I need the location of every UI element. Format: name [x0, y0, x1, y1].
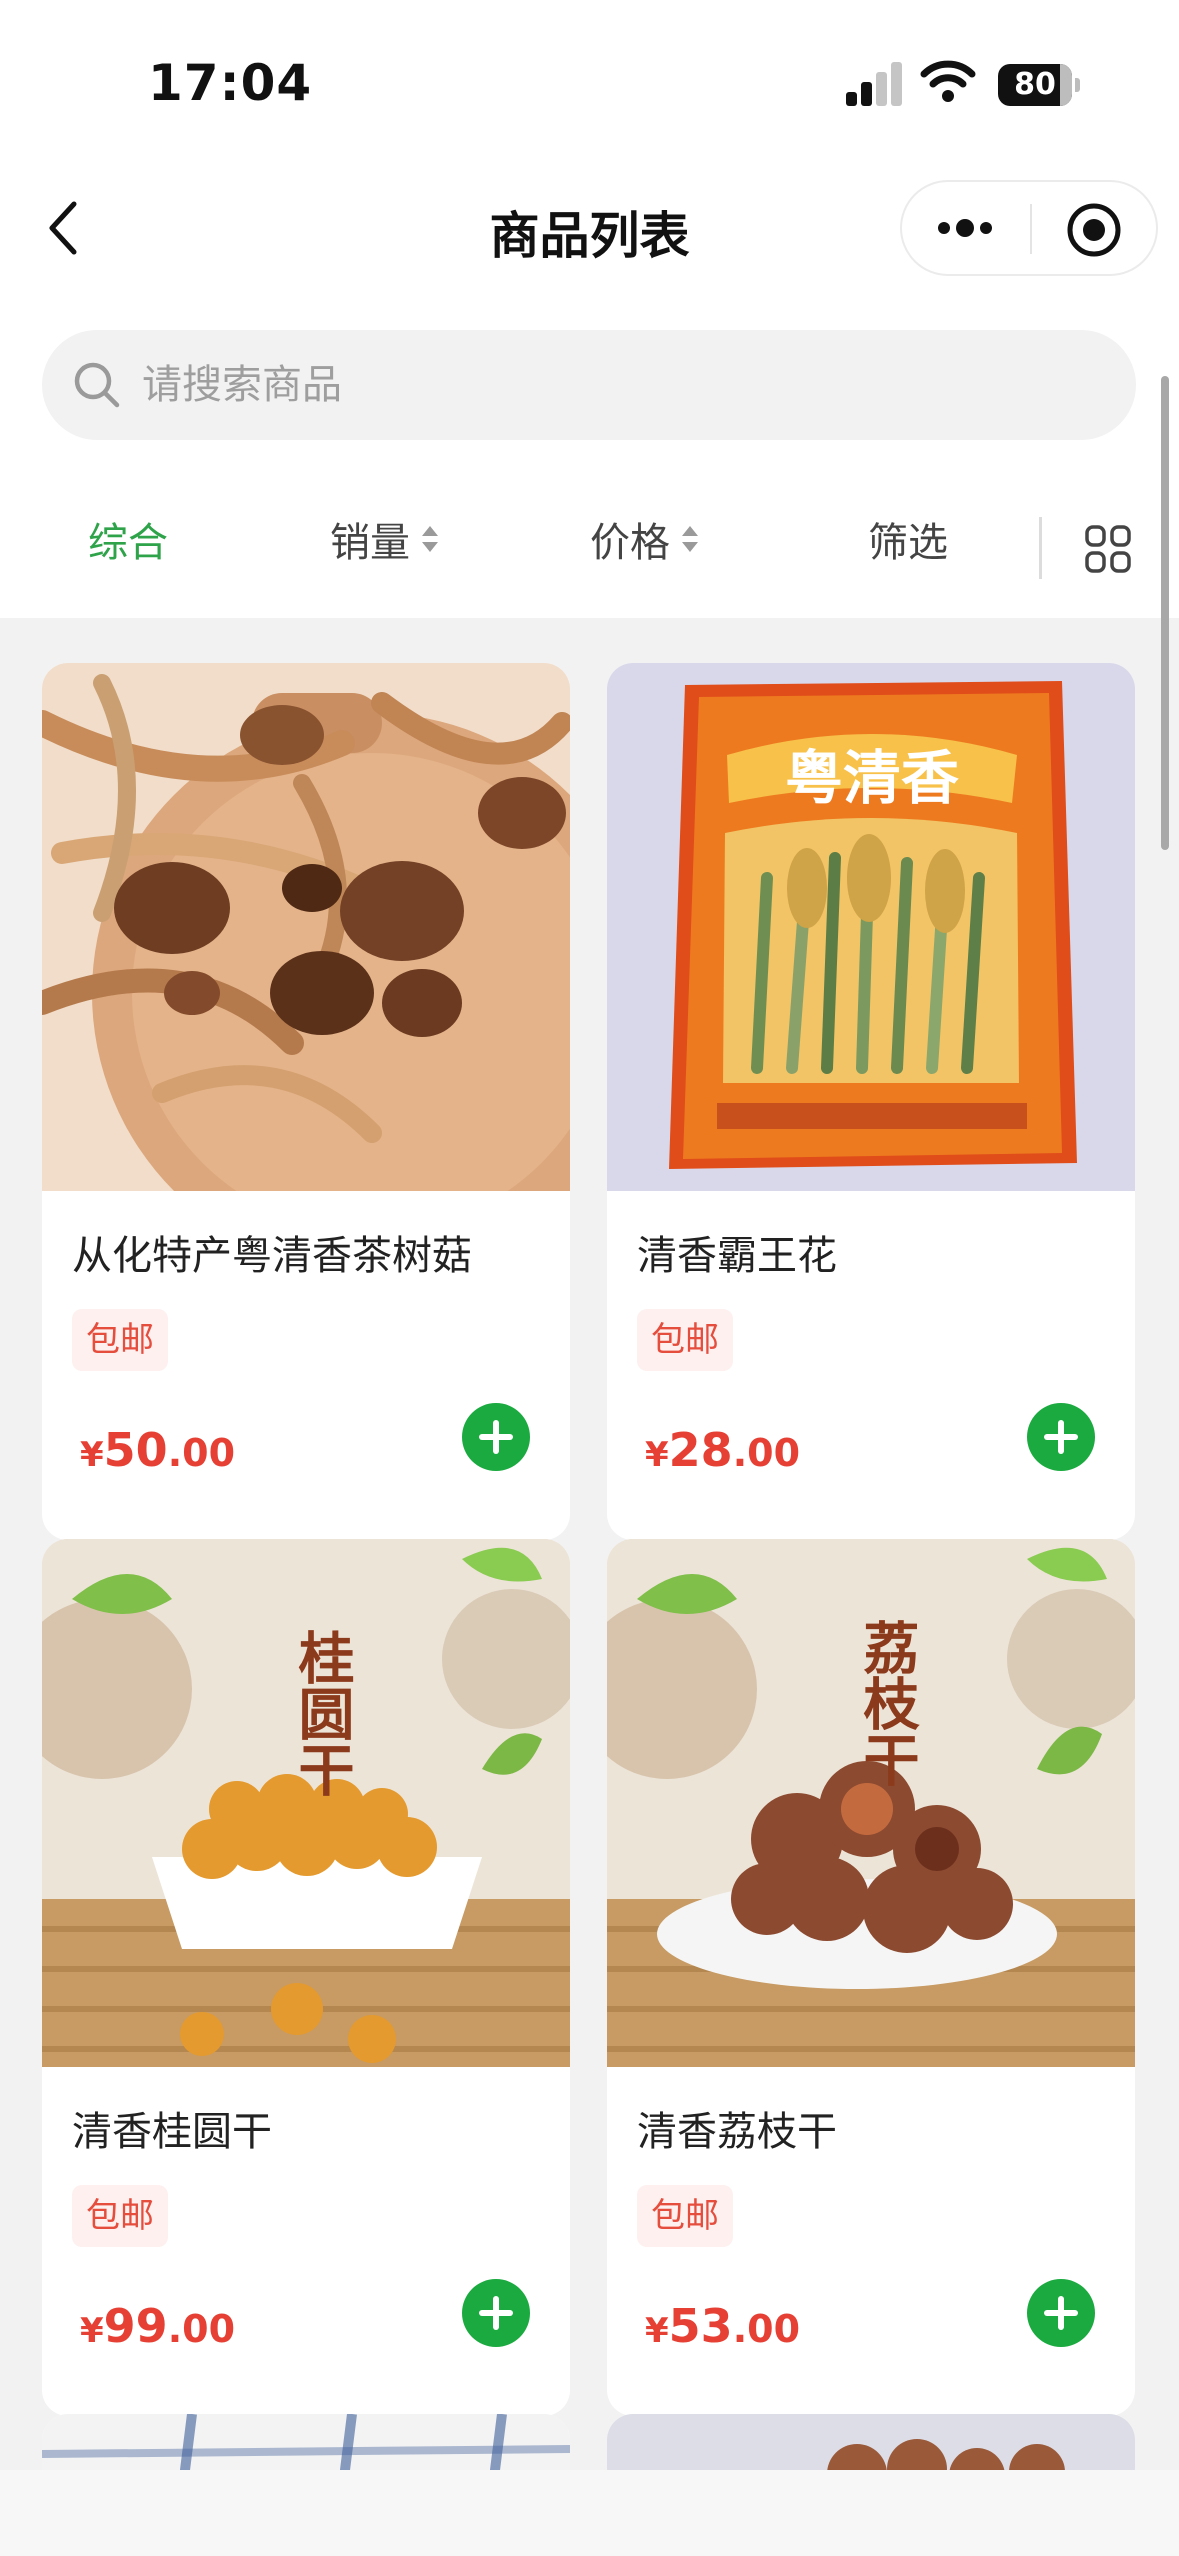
product-card[interactable]: 荔枝干 清香荔枝干 包邮 ¥53.00	[607, 1539, 1135, 2416]
product-image-bawanghua: 粤清香	[607, 663, 1135, 1191]
battery-level: 80	[1014, 67, 1056, 102]
free-shipping-badge: 包邮	[637, 1309, 733, 1371]
product-name: 从化特产粤清香茶树菇	[72, 1233, 472, 1279]
product-name: 清香荔枝干	[637, 2109, 837, 2155]
header-area: 17:04 80 商品列表 请搜索商品 综合 销量 价格 筛选	[0, 0, 1179, 618]
sort-arrows-icon	[422, 526, 438, 552]
battery-icon: 80	[998, 64, 1080, 106]
free-shipping-badge: 包邮	[637, 2185, 733, 2247]
product-image-lychee: 荔枝干	[607, 1539, 1135, 2067]
tab-label: 筛选	[868, 520, 948, 566]
product-card[interactable]: 桂圆干 清香桂圆干 包邮 ¥99.00	[42, 1539, 570, 2416]
add-to-cart-button[interactable]	[1027, 1403, 1095, 1471]
scrollbar[interactable]	[1161, 376, 1169, 850]
tab-label: 价格	[590, 520, 670, 566]
product-name: 清香霸王花	[637, 1233, 837, 1279]
tab-label: 销量	[330, 520, 410, 566]
image-title-text: 桂圆干	[289, 1629, 355, 1797]
add-to-cart-button[interactable]	[462, 2279, 530, 2347]
more-options-icon[interactable]	[934, 210, 996, 246]
mini-program-capsule	[900, 180, 1158, 276]
grid-view-icon[interactable]	[1084, 524, 1132, 574]
image-title-text: 荔枝干	[854, 1619, 920, 1787]
sort-arrows-icon	[682, 526, 698, 552]
free-shipping-badge: 包邮	[72, 1309, 168, 1371]
free-shipping-badge: 包邮	[72, 2185, 168, 2247]
product-price: ¥50.00	[80, 1423, 236, 1477]
tab-price[interactable]: 价格	[590, 510, 700, 568]
product-name: 清香桂圆干	[72, 2109, 272, 2155]
product-price: ¥28.00	[645, 1423, 801, 1477]
product-image-longan: 桂圆干	[42, 1539, 570, 2067]
add-to-cart-button[interactable]	[462, 1403, 530, 1471]
product-price: ¥99.00	[80, 2299, 236, 2353]
capsule-divider	[1030, 204, 1032, 254]
tab-label: 综合	[88, 520, 168, 566]
search-input[interactable]	[142, 330, 1102, 440]
tab-comprehensive[interactable]: 综合	[88, 510, 168, 568]
product-card[interactable]: 粤清香 清香霸王花 包邮 ¥28.00	[607, 663, 1135, 1540]
add-to-cart-button[interactable]	[1027, 2279, 1095, 2347]
product-image-mushroom	[42, 663, 570, 1191]
search-bar[interactable]	[42, 330, 1136, 440]
close-mini-program-icon[interactable]	[1066, 202, 1122, 258]
tab-divider	[1039, 517, 1042, 579]
wifi-icon	[920, 60, 976, 102]
cellular-signal-icon	[846, 62, 904, 106]
bottom-safe-area	[0, 2470, 1179, 2556]
product-price: ¥53.00	[645, 2299, 801, 2353]
package-brand-text: 粤清香	[785, 744, 959, 812]
tab-filter[interactable]: 筛选	[868, 510, 948, 568]
search-icon	[74, 362, 120, 408]
status-time: 17:04	[148, 54, 313, 112]
product-card[interactable]: 从化特产粤清香茶树菇 包邮 ¥50.00	[42, 663, 570, 1540]
tab-sales[interactable]: 销量	[330, 510, 440, 568]
